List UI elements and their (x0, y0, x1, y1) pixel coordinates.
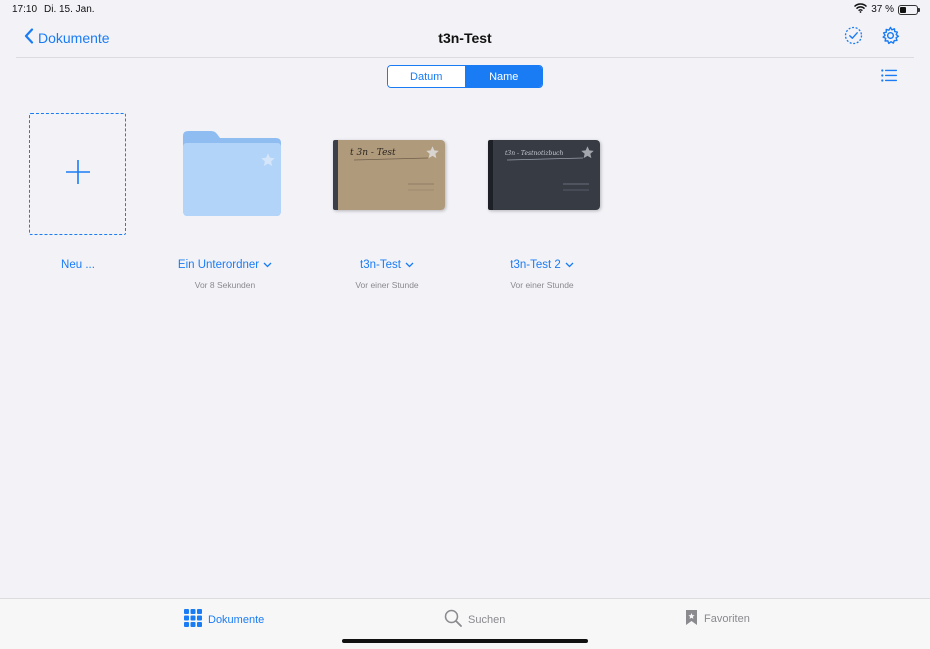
folder-thumbnail[interactable] (183, 131, 281, 217)
battery-icon (898, 4, 920, 15)
chevron-down-icon (263, 259, 272, 271)
nav-divider (16, 57, 914, 58)
new-document-button[interactable] (29, 113, 126, 235)
tab-documents[interactable]: Dokumente (184, 609, 264, 630)
bookmark-icon (685, 609, 698, 629)
status-indicators: 37 % (854, 3, 920, 16)
navigation-bar: Dokumente t3n-Test (0, 22, 930, 58)
item-label-text: Ein Unterordner (177, 259, 260, 271)
sort-option-date[interactable]: Datum (388, 66, 466, 87)
favorite-star-icon[interactable] (580, 145, 595, 165)
tab-search-label: Suchen (468, 613, 506, 626)
folder-icon (183, 131, 281, 221)
favorite-star-icon[interactable] (260, 152, 276, 173)
select-checkmark-icon[interactable] (844, 26, 863, 50)
item-label-text: t3n-Test 2 (510, 259, 561, 271)
plus-icon (65, 159, 91, 190)
grid-icon (184, 609, 202, 630)
home-indicator (342, 639, 588, 643)
sort-option-name[interactable]: Name (465, 66, 542, 87)
favorite-star-icon[interactable] (425, 145, 440, 165)
status-time: 17:10 (12, 4, 38, 15)
battery-percentage: 37 % (871, 4, 894, 15)
gear-icon[interactable] (881, 26, 900, 50)
notebook-cover-title: t3n - Testnotizbuch (505, 150, 564, 157)
chevron-down-icon (405, 259, 414, 271)
folder-label[interactable]: Ein Unterordner (150, 259, 300, 271)
chevron-down-icon (565, 259, 574, 271)
notebook-modified-time: Vor einer Stunde (355, 280, 419, 290)
tab-documents-label: Dokumente (208, 613, 265, 626)
battery-fill (900, 6, 906, 13)
status-date: Di. 15. Jan. (44, 4, 95, 15)
tab-favorites[interactable]: Favoriten (685, 609, 750, 629)
tab-search[interactable]: Suchen (444, 609, 505, 630)
wifi-icon (854, 3, 868, 16)
notebook-label[interactable]: t3n-Test (312, 259, 462, 271)
status-bar: 17:10 Di. 15. Jan. 37 % (0, 0, 930, 20)
new-document-label[interactable]: Neu ... (3, 259, 153, 271)
notebook-cover[interactable]: t3n - Testnotizbuch (488, 140, 600, 210)
sort-segmented-control: Datum Name (387, 65, 543, 88)
item-label-text: t3n-Test (360, 259, 401, 271)
item-label-text: Neu ... (61, 259, 95, 271)
notebook-cover[interactable]: t 3n - Test (333, 140, 445, 210)
page-title: t3n-Test (438, 30, 492, 46)
folder-modified-time: Vor 8 Sekunden (194, 280, 256, 290)
nav-actions (844, 26, 900, 50)
notebook-modified-time: Vor einer Stunde (510, 280, 574, 290)
notebook-cover-title: t 3n - Test (350, 148, 396, 158)
list-view-icon[interactable] (881, 69, 897, 87)
notebook-label[interactable]: t3n-Test 2 (467, 259, 617, 271)
search-icon (444, 609, 462, 630)
tab-favorites-label: Favoriten (704, 613, 750, 625)
